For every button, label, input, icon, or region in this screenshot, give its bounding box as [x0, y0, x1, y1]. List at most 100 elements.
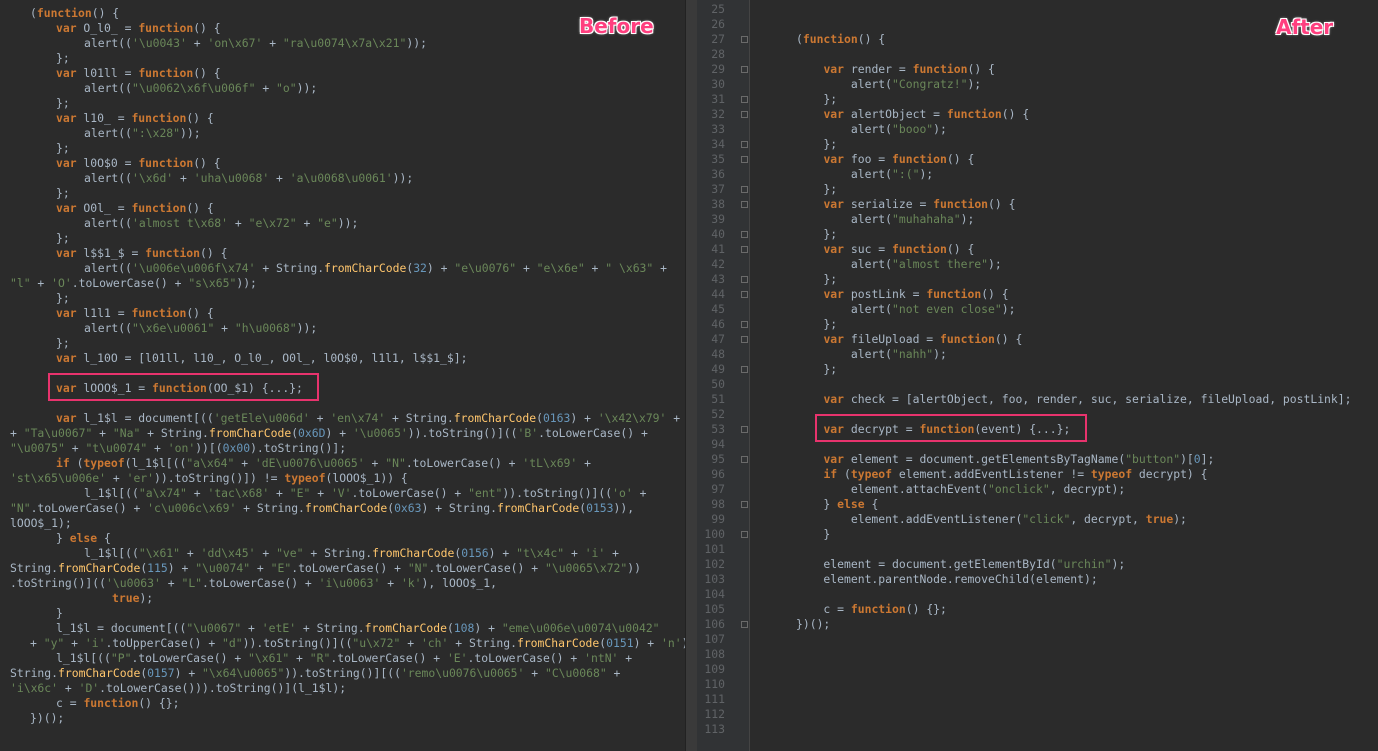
- after-code-line: })();: [796, 617, 831, 631]
- line-number: 25: [711, 2, 725, 16]
- line-number: 103: [704, 572, 725, 586]
- line-number: 40: [711, 227, 725, 241]
- line-number: 37: [711, 182, 725, 196]
- after-code-line: alert("almost there");: [796, 257, 1002, 271]
- fold-marker-icon[interactable]: [741, 276, 748, 283]
- fold-marker-icon[interactable]: [741, 186, 748, 193]
- fold-marker-icon[interactable]: [741, 621, 748, 628]
- fold-marker-icon[interactable]: [741, 366, 748, 373]
- line-number: 41: [711, 242, 725, 256]
- after-label: After: [1276, 15, 1334, 39]
- line-number-gutter: 25 26 27 28 29 30 31 32 33 34 35 36 37 38 39 40 41 42 43 44…: [697, 0, 750, 751]
- line-number: 107: [704, 632, 725, 646]
- fold-marker-icon[interactable]: [741, 426, 748, 433]
- line-number: 52: [711, 407, 725, 421]
- after-code-line: alert("not even close");: [796, 302, 1016, 316]
- line-number: 43: [711, 272, 725, 286]
- line-number: 34: [711, 137, 725, 151]
- after-folded-function-highlight: [815, 414, 1087, 442]
- line-number: 97: [711, 482, 725, 496]
- fold-marker-icon[interactable]: [741, 156, 748, 163]
- before-code-line: alert(("\u0062\x6f\u006f" + "o"));: [84, 81, 318, 95]
- line-number: 51: [711, 392, 725, 406]
- before-label: Before: [579, 14, 654, 38]
- after-code-line: alert("nahh");: [796, 347, 947, 361]
- line-number: 53: [711, 422, 725, 436]
- before-code-line: lOOO$_1);: [10, 516, 72, 530]
- before-code-line: var l10_ = function() {: [56, 111, 214, 125]
- line-number: 96: [711, 467, 725, 481]
- after-code-line: } else {: [796, 497, 879, 511]
- line-number: 106: [704, 617, 725, 631]
- line-number: 29: [711, 62, 725, 76]
- before-code-line: }: [56, 606, 63, 620]
- after-code-line: alert(":(");: [796, 167, 934, 181]
- before-code-line: true);: [112, 591, 154, 605]
- before-code-line: var l1l1 = function() {: [56, 306, 214, 320]
- line-number: 108: [704, 647, 725, 661]
- before-code-line: "\u0075" + "t\u0074" + 'on'))[(0x00).toS…: [10, 441, 347, 455]
- before-code-line: 'st\x65\u006e' + 'er')).toString()]) != …: [10, 471, 408, 485]
- line-number: 28: [711, 47, 725, 61]
- before-code-line: };: [56, 186, 70, 200]
- line-number: 99: [711, 512, 725, 526]
- fold-marker-icon[interactable]: [741, 456, 748, 463]
- after-code-line: };: [796, 272, 838, 286]
- after-code-line: }: [796, 527, 831, 541]
- after-code-pane[interactable]: (function() { var render = function() { …: [750, 0, 1378, 751]
- fold-marker-icon[interactable]: [741, 231, 748, 238]
- after-code-line: element.parentNode.removeChild(element);: [796, 572, 1098, 586]
- fold-marker-icon[interactable]: [741, 36, 748, 43]
- before-code-line: var O_l0_ = function() {: [56, 21, 221, 35]
- after-code-line: element.addEventListener("click", decryp…: [796, 512, 1187, 526]
- line-number: 98: [711, 497, 725, 511]
- line-number: 112: [704, 707, 725, 721]
- line-number: 35: [711, 152, 725, 166]
- after-code-line: var element = document.getElementsByTagN…: [823, 452, 1215, 466]
- line-number: 48: [711, 347, 725, 361]
- after-code-line: element.attachEvent("onclick", decrypt);: [796, 482, 1126, 496]
- before-code-line: };: [56, 51, 70, 65]
- before-code-line: + "Ta\u0067" + "Na" + String.fromCharCod…: [10, 426, 648, 440]
- after-code-line: alert("booo");: [796, 122, 947, 136]
- fold-marker-icon[interactable]: [741, 531, 748, 538]
- before-code-line: l_1$l[(("P".toLowerCase() + "\x61" + "R"…: [56, 651, 633, 665]
- fold-marker-icon[interactable]: [741, 141, 748, 148]
- before-code-line: var O0l_ = function() {: [56, 201, 214, 215]
- line-number: 27: [711, 32, 725, 46]
- fold-marker-icon[interactable]: [741, 246, 748, 253]
- before-code-line: "l" + 'O'.toLowerCase() + "s\x65"));: [10, 276, 257, 290]
- before-code-line: (function() {: [30, 6, 120, 20]
- fold-marker-icon[interactable]: [741, 321, 748, 328]
- before-code-line: alert(('\u0043' + 'on\x67' + "ra\u0074\x…: [84, 36, 427, 50]
- line-number: 95: [711, 452, 725, 466]
- after-code-line: };: [796, 317, 838, 331]
- fold-marker-icon[interactable]: [741, 96, 748, 103]
- line-number: 50: [711, 377, 725, 391]
- before-code-line: var l_10O = [l01ll, l10_, O_l0_, O0l_, l…: [56, 351, 468, 365]
- line-number: 46: [711, 317, 725, 331]
- fold-marker-icon[interactable]: [741, 111, 748, 118]
- line-number: 30: [711, 77, 725, 91]
- before-code-line: alert(('\x6d' + 'uha\u0068' + 'a\u0068\u…: [84, 171, 414, 185]
- before-folded-function-highlight: [48, 373, 319, 401]
- fold-marker-icon[interactable]: [741, 501, 748, 508]
- line-number: 36: [711, 167, 725, 181]
- after-code-line: c = function() {};: [796, 602, 947, 616]
- line-number: 44: [711, 287, 725, 301]
- fold-marker-icon[interactable]: [741, 201, 748, 208]
- fold-marker-icon[interactable]: [741, 336, 748, 343]
- line-number: 102: [704, 557, 725, 571]
- after-code-line: var fileUpload = function() {: [823, 332, 1023, 346]
- before-code-line: var l0O$0 = function() {: [56, 156, 221, 170]
- before-code-line: alert((":\x28"));: [84, 126, 201, 140]
- before-code-line: + "y" + 'i'.toUpperCase() + "d")).toStri…: [30, 636, 685, 650]
- before-code-line: l_1$l = document[(("\u0067" + 'etE' + St…: [56, 621, 660, 635]
- before-code-line: };: [56, 96, 70, 110]
- before-code-line: alert(('almost t\x68' + "e\x72" + "e"));: [84, 216, 359, 230]
- fold-marker-icon[interactable]: [741, 291, 748, 298]
- line-number: 113: [704, 722, 725, 736]
- fold-marker-icon[interactable]: [741, 66, 748, 73]
- line-number: 104: [704, 587, 725, 601]
- line-number: 111: [704, 692, 725, 706]
